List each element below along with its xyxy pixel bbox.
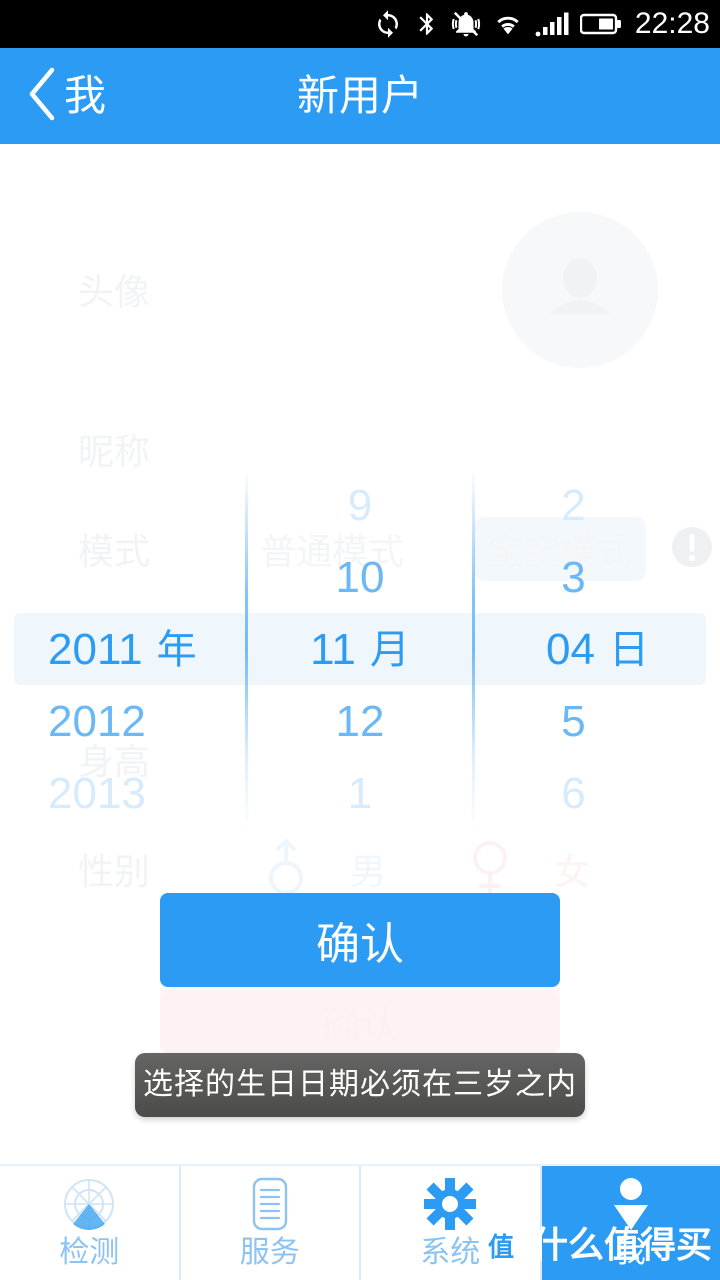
picker-item-day[interactable]: 6: [475, 758, 720, 830]
picker-item-year[interactable]: [0, 542, 245, 614]
toast-message: 选择的生日日期必须在三岁之内: [135, 1053, 585, 1117]
picker-value: 2: [561, 481, 586, 530]
tab-label: 检测: [59, 1236, 120, 1269]
form-row-avatar[interactable]: 头像: [0, 194, 720, 384]
tab-label: 系统: [420, 1236, 481, 1269]
back-button[interactable]: 我: [0, 48, 106, 144]
picker-unit: 月: [369, 628, 410, 672]
picker-item-year[interactable]: [0, 470, 245, 542]
picker-item-year-selected[interactable]: 2011 年: [0, 614, 245, 686]
picker-value: 2012: [48, 697, 146, 746]
person-icon: [607, 1177, 655, 1231]
gender-option-male[interactable]: 男: [350, 843, 386, 895]
mute-vibrate-icon: [451, 9, 481, 39]
picker-item-month-selected[interactable]: 11 月: [248, 614, 472, 686]
picker-value: 11: [310, 625, 356, 674]
picker-value: 9: [347, 481, 373, 530]
form-submit-button[interactable]: 确认: [160, 989, 560, 1053]
picker-value: 5: [561, 697, 586, 746]
tab-detection[interactable]: 检测: [0, 1166, 181, 1280]
picker-column-month[interactable]: 9 10 11 月 12 1: [248, 470, 472, 830]
picker-value: 2011: [48, 625, 143, 674]
battery-icon: [579, 12, 622, 36]
tab-services[interactable]: 服务: [181, 1166, 361, 1280]
gear-icon: [422, 1177, 478, 1231]
status-clock: 22:28: [634, 7, 710, 40]
tab-label: 服务: [239, 1236, 300, 1269]
app-screen: 22:28 我 新用户 头像 昵称 模式 普通模式 宝宝模式 身高 性别 男 女…: [0, 0, 720, 1280]
picker-value: 04: [546, 625, 595, 674]
picker-unit: 日: [608, 628, 649, 672]
picker-item-day[interactable]: 2: [475, 470, 720, 542]
wifi-icon: [492, 11, 524, 37]
picker-item-month[interactable]: 10: [248, 542, 472, 614]
picker-value: 3: [561, 553, 586, 602]
picker-value: 2013: [48, 769, 146, 818]
picker-unit: 年: [156, 628, 197, 672]
document-list-icon: [248, 1177, 292, 1231]
tab-me[interactable]: 我: [541, 1166, 720, 1280]
avatar-label: 头像: [78, 271, 151, 312]
gender-option-female[interactable]: 女: [554, 843, 590, 895]
confirm-button[interactable]: 确认: [160, 893, 560, 987]
back-button-label: 我: [64, 72, 107, 119]
picker-value: 10: [335, 553, 385, 602]
picker-value: 1: [347, 769, 373, 818]
gender-label: 性别: [78, 851, 151, 892]
picker-item-day-selected[interactable]: 04 日: [475, 614, 720, 686]
picker-item-day[interactable]: 5: [475, 686, 720, 758]
picker-value: 6: [561, 769, 586, 818]
avatar[interactable]: [502, 212, 658, 368]
picker-item-year[interactable]: 2013: [0, 758, 245, 830]
picker-item-year[interactable]: 2012: [0, 686, 245, 758]
status-bar: 22:28: [0, 0, 720, 48]
picker-item-day[interactable]: 3: [475, 542, 720, 614]
picker-item-month[interactable]: 9: [248, 470, 472, 542]
picker-item-month[interactable]: 1: [248, 758, 472, 830]
picker-item-month[interactable]: 12: [248, 686, 472, 758]
chevron-left-icon: [24, 66, 58, 127]
picker-column-day[interactable]: 2 3 04 日 5 6: [475, 470, 720, 830]
page-title: 新用户: [296, 72, 423, 119]
radar-icon: [61, 1177, 117, 1231]
tab-label: 我: [615, 1236, 646, 1269]
sync-icon: [373, 9, 403, 39]
bottom-tab-bar: 检测 服务 系统 我: [0, 1164, 720, 1280]
nickname-label: 昵称: [78, 431, 151, 472]
toast-text: 选择的生日日期必须在三岁之内: [143, 1068, 577, 1101]
app-header: 我 新用户: [0, 48, 720, 144]
bluetooth-icon: [414, 9, 440, 39]
date-picker[interactable]: 2011 年 2012 2013 9 10 11 月 12 1 2 3 04 日 5 …: [0, 470, 720, 830]
cellular-signal-icon: [535, 11, 569, 37]
picker-column-year[interactable]: 2011 年 2012 2013: [0, 470, 245, 830]
picker-value: 12: [335, 697, 385, 746]
tab-system[interactable]: 系统: [361, 1166, 542, 1280]
